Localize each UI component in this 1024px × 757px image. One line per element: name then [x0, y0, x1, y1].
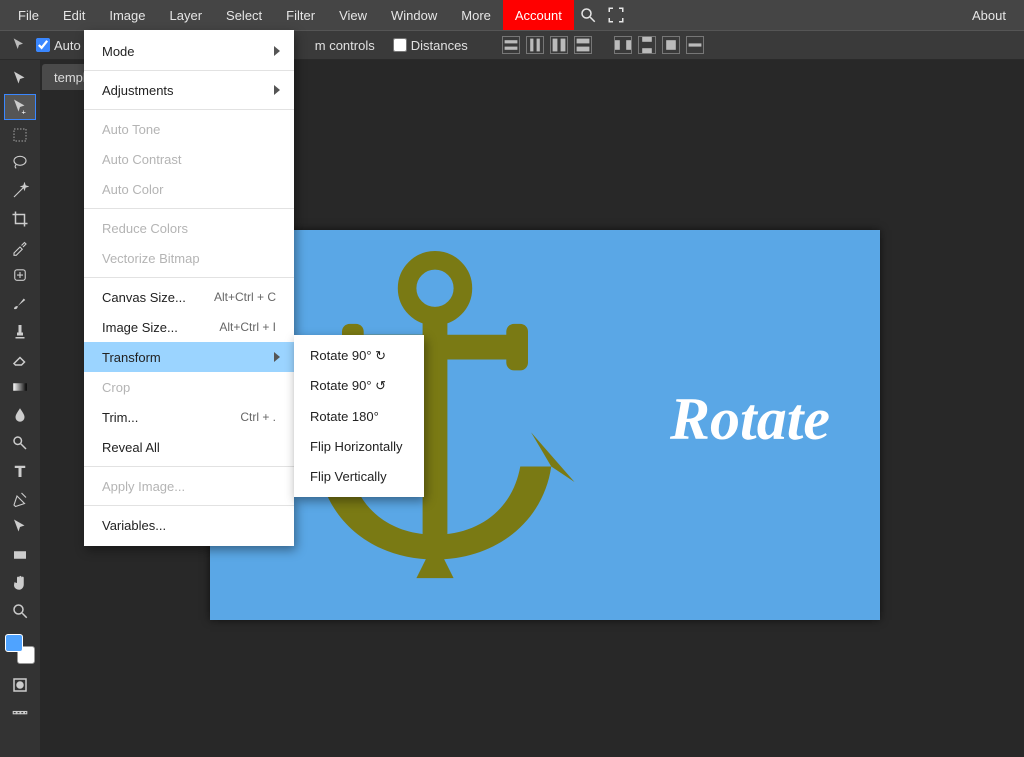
distribute-icon[interactable] [638, 36, 656, 54]
gradient-tool[interactable] [4, 374, 36, 400]
stamp-tool[interactable] [4, 318, 36, 344]
marquee-tool[interactable] [4, 122, 36, 148]
canvas-text: Rotate [670, 385, 830, 454]
menu-about[interactable]: About [960, 0, 1018, 30]
menu-select[interactable]: Select [214, 0, 274, 30]
menuitem-adjustments[interactable]: Adjustments [84, 75, 294, 105]
distribute-icon[interactable] [686, 36, 704, 54]
menu-more[interactable]: More [449, 0, 503, 30]
align-icon[interactable] [502, 36, 520, 54]
eraser-tool[interactable] [4, 346, 36, 372]
hand-tool[interactable] [4, 570, 36, 596]
eyedropper-tool[interactable] [4, 234, 36, 260]
crop-tool[interactable] [4, 206, 36, 232]
menu-view[interactable]: View [327, 0, 379, 30]
menuitem-reduce-colors: Reduce Colors [84, 213, 294, 243]
distribute-icon[interactable] [662, 36, 680, 54]
align-icon[interactable] [526, 36, 544, 54]
distances-checkbox[interactable]: Distances [393, 38, 468, 53]
type-tool[interactable] [4, 458, 36, 484]
menuitem-mode[interactable]: Mode [84, 36, 294, 66]
menu-window[interactable]: Window [379, 0, 449, 30]
dodge-tool[interactable] [4, 430, 36, 456]
quick-mask-toggle[interactable] [4, 672, 36, 698]
menuitem-auto-color: Auto Color [84, 174, 294, 204]
menuitem-rotate-90-ccw[interactable]: Rotate 90° ↺ [294, 371, 424, 401]
screen-mode-toggle[interactable] [4, 700, 36, 726]
tool-strip: + [0, 60, 40, 757]
menu-file[interactable]: File [6, 0, 51, 30]
align-icon[interactable] [574, 36, 592, 54]
image-dropdown-menu: Mode Adjustments Auto Tone Auto Contrast… [84, 30, 294, 546]
menuitem-canvas-size[interactable]: Canvas Size... Alt+Ctrl + C [84, 282, 294, 312]
move-tool[interactable] [4, 66, 36, 92]
menuitem-reveal-all[interactable]: Reveal All [84, 432, 294, 462]
document-tab-title: templ [54, 70, 86, 85]
distribute-icon[interactable] [614, 36, 632, 54]
menuitem-crop: Crop [84, 372, 294, 402]
path-select-tool[interactable] [4, 514, 36, 540]
menuitem-rotate-180[interactable]: Rotate 180° [294, 401, 424, 431]
brush-tool[interactable] [4, 290, 36, 316]
zoom-tool[interactable] [4, 598, 36, 624]
fullscreen-icon[interactable] [602, 0, 630, 30]
menuitem-auto-contrast: Auto Contrast [84, 144, 294, 174]
magic-wand-tool[interactable] [4, 178, 36, 204]
menuitem-vectorize-bitmap: Vectorize Bitmap [84, 243, 294, 273]
svg-text:+: + [22, 108, 27, 117]
blur-tool[interactable] [4, 402, 36, 428]
transform-submenu: Rotate 90° ↻ Rotate 90° ↺ Rotate 180° Fl… [294, 335, 424, 497]
menuitem-transform[interactable]: Transform [84, 342, 294, 372]
auto-select-checkbox[interactable]: Auto [36, 38, 81, 53]
menuitem-apply-image: Apply Image... [84, 471, 294, 501]
menuitem-trim[interactable]: Trim... Ctrl + . [84, 402, 294, 432]
menu-filter[interactable]: Filter [274, 0, 327, 30]
artboard-tool[interactable]: + [4, 94, 36, 120]
pen-tool[interactable] [4, 486, 36, 512]
menu-edit[interactable]: Edit [51, 0, 97, 30]
menuitem-rotate-90-cw[interactable]: Rotate 90° ↻ [294, 341, 424, 371]
menuitem-variables[interactable]: Variables... [84, 510, 294, 540]
search-icon[interactable] [574, 0, 602, 30]
align-icon[interactable] [550, 36, 568, 54]
auto-label: Auto [54, 38, 81, 53]
shortcut: Ctrl + . [240, 410, 276, 424]
color-swatches[interactable] [5, 634, 35, 664]
menuitem-image-size[interactable]: Image Size... Alt+Ctrl + I [84, 312, 294, 342]
foreground-color-swatch[interactable] [5, 634, 23, 652]
menuitem-auto-tone: Auto Tone [84, 114, 294, 144]
move-tool-indicator-icon [8, 34, 30, 56]
menubar: File Edit Image Layer Select Filter View… [0, 0, 1024, 30]
shortcut: Alt+Ctrl + C [214, 290, 276, 304]
lasso-tool[interactable] [4, 150, 36, 176]
healing-tool[interactable] [4, 262, 36, 288]
menuitem-flip-horizontal[interactable]: Flip Horizontally [294, 431, 424, 461]
controls-label-fragment: m controls [315, 38, 375, 53]
distances-label: Distances [411, 38, 468, 53]
menu-image[interactable]: Image [97, 0, 157, 30]
menuitem-flip-vertical[interactable]: Flip Vertically [294, 461, 424, 491]
menu-account[interactable]: Account [503, 0, 574, 30]
menu-layer[interactable]: Layer [158, 0, 215, 30]
shortcut: Alt+Ctrl + I [219, 320, 276, 334]
shape-tool[interactable] [4, 542, 36, 568]
